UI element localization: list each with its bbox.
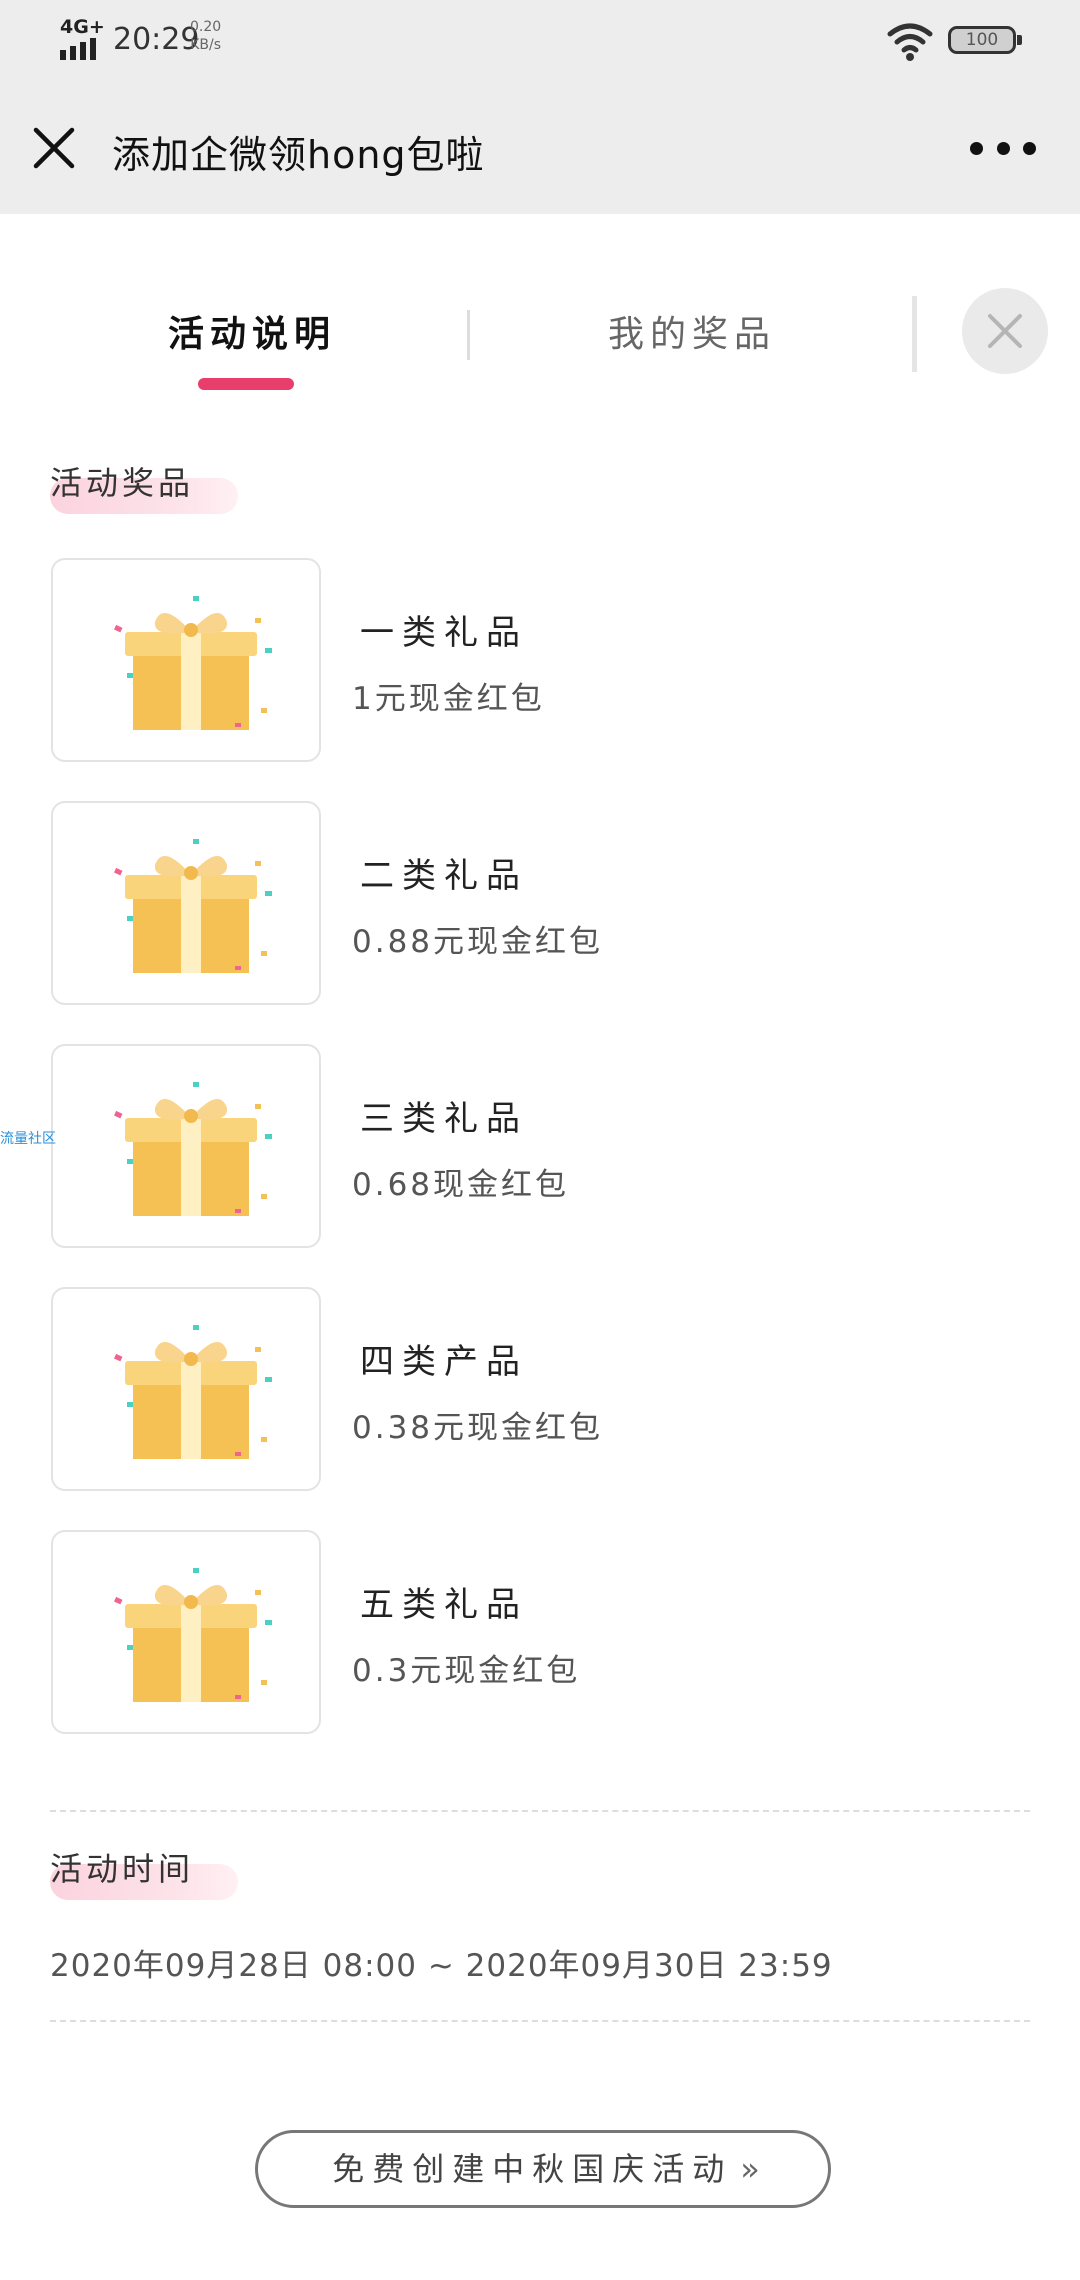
create-activity-label: 免费创建中秋国庆活动 [332, 2150, 733, 2188]
gift-box-icon [114, 596, 272, 730]
gift-box-icon [114, 1568, 272, 1702]
network-type: 4G+ [60, 16, 105, 38]
gift-box-icon [114, 1082, 272, 1216]
network-speed: 0.20 KB/s [190, 18, 221, 54]
prize-card [51, 1044, 321, 1248]
create-activity-button[interactable]: 免费创建中秋国庆活动» [255, 2130, 831, 2208]
prize-description: 0.38元现金红包 [352, 1410, 604, 1446]
prize-name: 一类礼品 [360, 613, 528, 653]
page-title: 添加企微领hong包啦 [112, 133, 485, 177]
prize-card [51, 1287, 321, 1491]
prize-description: 0.3元现金红包 [352, 1653, 581, 1689]
active-tab-indicator [198, 378, 294, 390]
battery-icon: 100 [948, 26, 1022, 54]
divider [50, 2020, 1030, 2022]
nav-bar: 添加企微领hong包啦 [0, 80, 1080, 214]
signal-icon: 4G+ [58, 16, 106, 60]
status-bar: 4G+ 20:29 0.20 KB/s 100 [0, 0, 1080, 80]
close-icon [988, 314, 1022, 348]
wifi-icon [887, 23, 933, 61]
speed-value: 0.20 [190, 19, 222, 35]
prize-name: 四类产品 [360, 1342, 528, 1382]
tab-my-prizes[interactable]: 我的奖品 [608, 305, 776, 357]
divider [50, 1810, 1030, 1812]
clock: 20:29 [113, 22, 200, 57]
prize-description: 0.68现金红包 [352, 1167, 570, 1203]
tab-divider [467, 310, 470, 360]
side-tag[interactable]: 流量社区 [0, 1128, 56, 1148]
prize-name: 三类礼品 [360, 1099, 528, 1139]
tab-activity-info[interactable]: 活动说明 [168, 305, 336, 357]
prize-name: 二类礼品 [360, 856, 528, 896]
panel-close-button[interactable] [962, 288, 1048, 374]
gift-box-icon [114, 839, 272, 973]
double-chevron-right-icon: » [740, 2150, 759, 2188]
prize-card [51, 1530, 321, 1734]
tab-divider [912, 296, 917, 372]
prize-description: 0.88元现金红包 [352, 924, 604, 960]
more-icon[interactable] [970, 132, 1036, 164]
activity-time-range: 2020年09月28日 08:00 ~ 2020年09月30日 23:59 [50, 1948, 833, 1984]
prize-card [51, 801, 321, 1005]
prize-name: 五类礼品 [360, 1585, 528, 1625]
battery-level: 100 [965, 30, 999, 50]
gift-box-icon [114, 1325, 272, 1459]
speed-unit: KB/s [190, 37, 221, 53]
section-title-time: 活动时间 [50, 1850, 195, 1888]
prize-description: 1元现金红包 [352, 681, 545, 717]
section-title-prizes: 活动奖品 [50, 464, 195, 502]
prize-card [51, 558, 321, 762]
close-icon[interactable] [26, 120, 82, 176]
